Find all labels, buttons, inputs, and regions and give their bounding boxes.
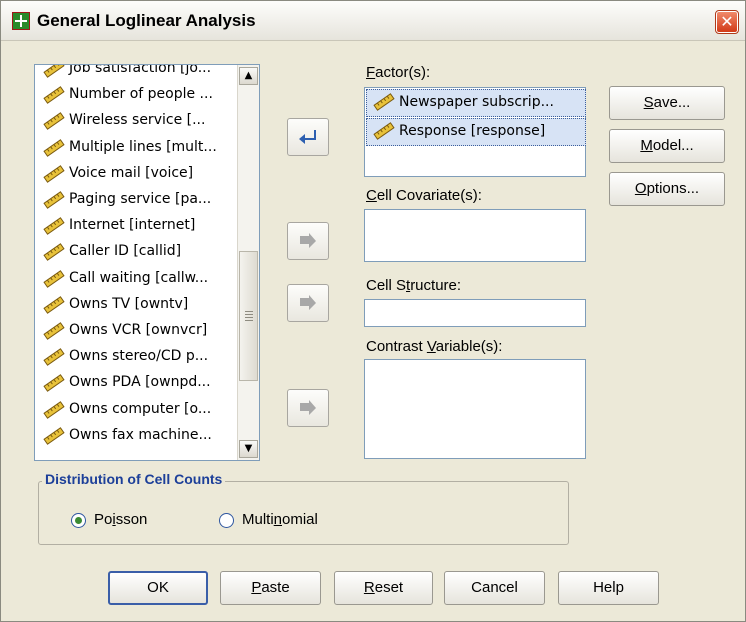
source-list-item[interactable]: Owns TV [owntv] xyxy=(37,293,237,317)
contrast-variables-label: Contrast Variable(s): xyxy=(366,338,503,355)
source-list-item[interactable]: Job satisfaction [jo... xyxy=(37,64,237,81)
arrow-right-icon xyxy=(300,233,316,248)
ruler-pencil-icon xyxy=(43,374,65,393)
source-list-item[interactable]: Owns VCR [ownvcr] xyxy=(37,319,237,343)
source-variable-list[interactable]: Owns fax machine... Owns computer [o... Ow… xyxy=(34,64,260,461)
scroll-down-arrow-icon[interactable]: ▼ xyxy=(239,440,258,458)
move-to-structure-button[interactable] xyxy=(287,284,329,322)
arrow-right-icon xyxy=(300,295,316,310)
ruler-pencil-icon xyxy=(43,426,65,445)
ruler-pencil-icon xyxy=(43,112,65,131)
cell-structure-field[interactable] xyxy=(364,299,586,327)
ruler-pencil-icon xyxy=(43,322,65,340)
ruler-pencil-icon xyxy=(43,348,65,367)
save-button[interactable]: Save... xyxy=(609,86,725,120)
source-list-item[interactable]: Number of people ... xyxy=(37,83,237,107)
source-list-item[interactable]: Call waiting [callw... xyxy=(37,267,237,291)
source-list-item-label: Job satisfaction [jo... xyxy=(69,64,212,76)
cancel-button[interactable]: Cancel xyxy=(444,571,545,605)
source-list-item-label: Owns PDA [ownpd... xyxy=(69,374,211,391)
multinomial-label[interactable]: Multinomial xyxy=(242,511,318,528)
ruler-pencil-icon xyxy=(43,65,65,78)
factor-list-item[interactable]: Response [response] xyxy=(366,118,586,146)
ruler-pencil-icon xyxy=(43,164,65,183)
poisson-radio[interactable] xyxy=(71,513,86,528)
source-list-item[interactable]: Owns stereo/CD p... xyxy=(37,345,237,369)
source-list-item-label: Wireless service [... xyxy=(69,112,206,129)
close-button[interactable]: ✕ xyxy=(715,10,739,34)
ruler-pencil-icon xyxy=(43,295,65,314)
factor-list-item[interactable]: Newspaper subscrip... xyxy=(366,89,586,117)
factors-label: Factor(s): xyxy=(366,64,431,81)
source-list-item-label: Voice mail [voice] xyxy=(69,164,194,181)
ruler-pencil-icon xyxy=(43,191,65,209)
move-to-contrast-button[interactable] xyxy=(287,389,329,427)
source-list-item[interactable]: Internet [internet] xyxy=(37,214,237,238)
distribution-title: Distribution of Cell Counts xyxy=(42,471,226,487)
source-list-item[interactable]: Owns fax machine... xyxy=(37,424,237,448)
poisson-label[interactable]: Poisson xyxy=(94,511,147,528)
spss-app-icon xyxy=(12,12,30,30)
ruler-pencil-icon xyxy=(43,86,65,105)
paste-button[interactable]: Paste xyxy=(220,571,321,605)
move-to-covariates-button[interactable] xyxy=(287,222,329,260)
factors-list[interactable]: Newspaper subscrip... Response [response] xyxy=(364,87,586,177)
ruler-pencil-icon xyxy=(43,243,65,262)
cell-covariates-label: Cell Covariate(s): xyxy=(366,187,482,204)
source-list-item-label: Call waiting [callw... xyxy=(69,269,209,286)
source-list-item[interactable]: Voice mail [voice] xyxy=(37,162,237,186)
source-list-item-label: Multiple lines [mult... xyxy=(69,138,217,155)
ruler-pencil-icon xyxy=(43,269,65,288)
vertical-scrollbar[interactable]: ▲ ▼ xyxy=(237,65,259,460)
ruler-pencil-icon xyxy=(43,400,65,419)
ok-button[interactable]: OK xyxy=(108,571,208,605)
source-list-item-label: Paging service [pa... xyxy=(69,191,212,207)
source-list-item-label: Internet [internet] xyxy=(69,217,196,234)
reset-button[interactable]: Reset xyxy=(334,571,433,605)
source-list-item-label: Owns computer [o... xyxy=(69,400,212,417)
source-list-item[interactable]: Owns computer [o... xyxy=(37,398,237,422)
source-list-item-label: Owns TV [owntv] xyxy=(69,295,189,312)
source-list-item[interactable]: Owns PDA [ownpd... xyxy=(37,371,237,395)
source-list-item-label: Owns stereo/CD p... xyxy=(69,348,209,365)
dialog-window: General Loglinear Analysis ✕ Owns fax ma… xyxy=(0,0,746,622)
source-list-item[interactable]: Paging service [pa... xyxy=(37,188,237,212)
options-button[interactable]: Options... xyxy=(609,172,725,206)
source-list-item-label: Owns fax machine... xyxy=(69,426,212,443)
scroll-thumb[interactable] xyxy=(239,251,258,381)
cell-covariates-list[interactable] xyxy=(364,209,586,262)
multinomial-radio[interactable] xyxy=(219,513,234,528)
scroll-up-arrow-icon[interactable]: ▲ xyxy=(239,67,258,85)
source-list-item[interactable]: Caller ID [callid] xyxy=(37,240,237,264)
factor-list-item-label: Newspaper subscrip... xyxy=(399,94,554,110)
contrast-variables-list[interactable] xyxy=(364,359,586,459)
move-to-factors-button[interactable] xyxy=(287,118,329,156)
window-title: General Loglinear Analysis xyxy=(37,11,256,30)
source-list-item-label: Number of people ... xyxy=(69,86,213,103)
source-list-item[interactable]: Wireless service [... xyxy=(37,109,237,133)
model-button[interactable]: Model... xyxy=(609,129,725,163)
factor-list-item-label: Response [response] xyxy=(399,123,546,139)
arrow-right-icon xyxy=(300,400,316,415)
arrow-left-icon xyxy=(299,130,316,144)
title-bar[interactable]: General Loglinear Analysis ✕ xyxy=(1,1,745,41)
ruler-pencil-icon xyxy=(373,122,395,140)
source-list-item-label: Owns VCR [ownvcr] xyxy=(69,322,208,338)
cell-structure-label: Cell Structure: xyxy=(366,277,462,294)
source-list-item[interactable]: Multiple lines [mult... xyxy=(37,136,237,160)
source-list-item-label: Caller ID [callid] xyxy=(69,243,182,260)
ruler-pencil-icon xyxy=(43,217,65,236)
help-button[interactable]: Help xyxy=(558,571,659,605)
ruler-pencil-icon xyxy=(43,138,65,157)
ruler-pencil-icon xyxy=(373,93,395,111)
